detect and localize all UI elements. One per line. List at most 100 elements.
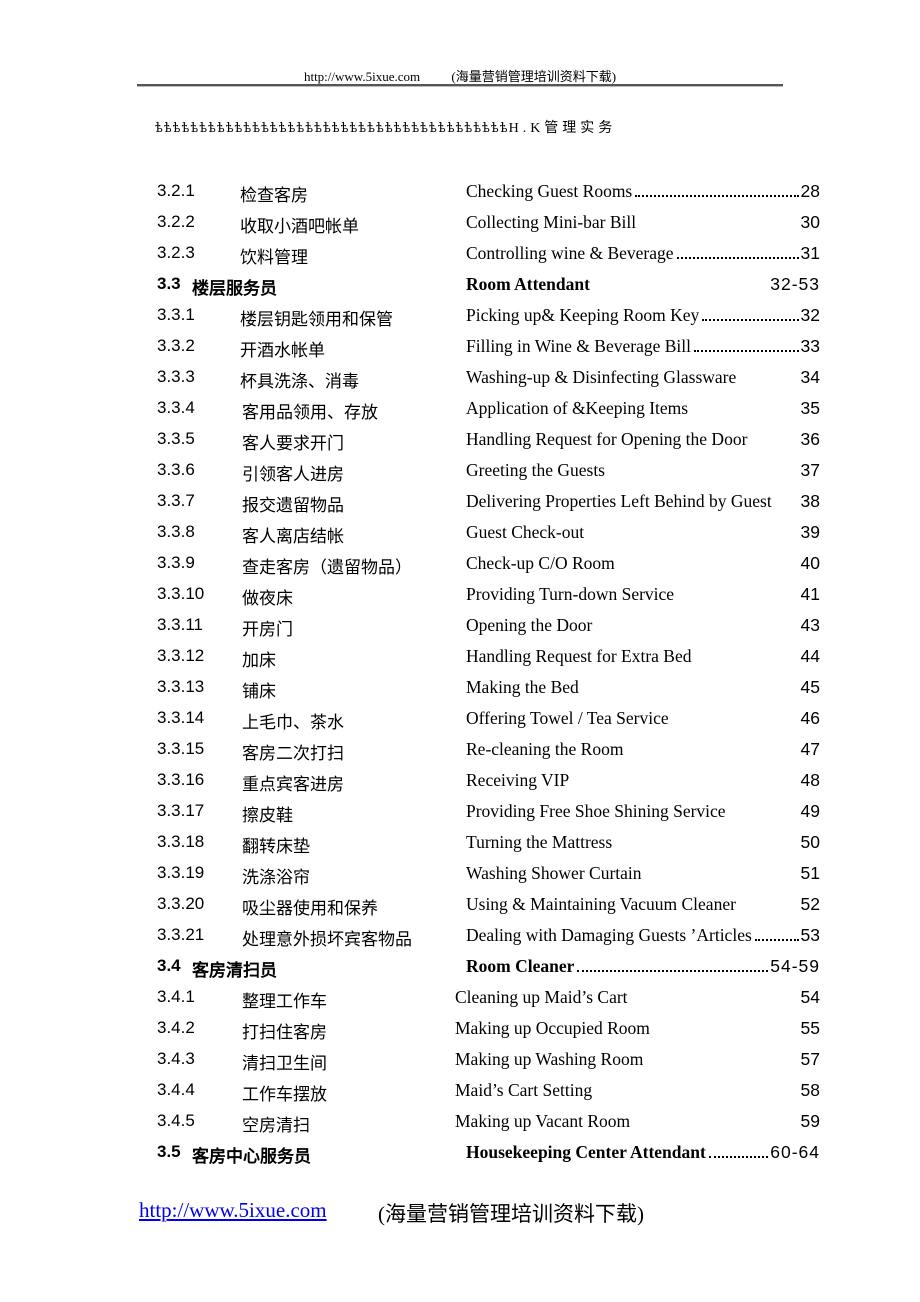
toc-entry: 3.3.5 客人要求开门 Handling Request for Opening …: [0, 425, 920, 456]
toc-entry: 3.3.15 客房二次打扫 Re-cleaning the Room 47: [0, 735, 920, 766]
entry-number: 3.4: [157, 956, 181, 975]
ornament-line: ѣѣѣѣѣѣѣѣѣѣѣѣѣѣѣѣѣѣѣѣѣѣѣѣѣѣѣѣѣѣѣѣѣѣѣѣѣѣѣѣ…: [155, 117, 616, 137]
entry-number: 3.3.3: [157, 367, 195, 386]
toc-entry: 3.3.8 客人离店结帐 Guest Check-out 39: [0, 518, 920, 549]
dot-leader: [635, 181, 799, 197]
entry-title-en: Receiving VIP: [466, 770, 570, 790]
entry-title-en-line: Turning the Mattress 50: [466, 832, 820, 853]
entry-page: 32: [800, 305, 820, 325]
dot-leader: [577, 956, 769, 972]
entry-title-zh: 吸尘器使用和保养: [242, 899, 378, 919]
entry-title-zh: 客房二次打扫: [242, 744, 344, 764]
entry-title-zh: 洗涤浴帘: [242, 868, 310, 888]
entry-number: 3.3.16: [157, 770, 205, 789]
entry-title-zh: 客用品领用、存放: [242, 403, 378, 423]
entry-title-en: Offering Towel / Tea Service: [466, 708, 669, 728]
entry-page: 32-53: [770, 274, 820, 294]
entry-title-en-line: Washing-up & Disinfecting Glassware 34: [466, 367, 820, 388]
entry-title-en-line: Handling Request for Extra Bed 44: [466, 646, 820, 667]
entry-title-zh: 楼层服务员: [192, 279, 277, 298]
entry-page: 51: [800, 863, 820, 883]
toc-entry: 3.3.1 楼层钥匙领用和保管 Picking up& Keeping Room K…: [0, 301, 920, 332]
page-footer: http://www.5ixue.com (海量营销管理培训资料下载): [139, 1198, 644, 1226]
entry-title-zh: 工作车摆放: [242, 1085, 327, 1105]
entry-title-en-line: Using & Maintaining Vacuum Cleaner 52: [466, 894, 820, 915]
entry-title-en: Making the Bed: [466, 677, 579, 697]
entry-title-zh: 开酒水帐单: [240, 341, 325, 361]
entry-title-en: Providing Free Shoe Shining Service: [466, 801, 726, 821]
toc-entry: 3.4.5 空房清扫 Making up Vacant Room 59: [0, 1107, 920, 1138]
entry-number: 3.3.1: [157, 305, 195, 324]
toc-entry: 3.4 客房清扫员 Room Cleaner 54-59: [0, 952, 920, 983]
entry-title-zh: 清扫卫生间: [242, 1054, 327, 1074]
entry-number: 3.3.11: [157, 615, 204, 634]
entry-title-zh: 客人离店结帐: [242, 527, 344, 547]
footer-link[interactable]: http://www.5ixue.com: [139, 1198, 327, 1222]
toc-entry: 3.3.18 翻转床垫 Turning the Mattress 50: [0, 828, 920, 859]
entry-title-zh: 引领客人进房: [242, 465, 344, 485]
toc-entry: 3.3.2 开酒水帐单 Filling in Wine & Beverage Bil…: [0, 332, 920, 363]
entry-page: 50: [800, 832, 820, 852]
entry-page: 28: [800, 181, 820, 201]
entry-number: 3.3.14: [157, 708, 205, 727]
entry-title-en: Making up Vacant Room: [455, 1111, 631, 1131]
entry-page: 41: [800, 584, 820, 604]
entry-title-en: Controlling wine & Beverage: [466, 243, 674, 263]
entry-number: 3.3.4: [157, 398, 195, 417]
toc-entry: 3.3.10 做夜床 Providing Turn-down Service 41: [0, 580, 920, 611]
entry-number: 3.3.9: [157, 553, 195, 572]
entry-number: 3.3.15: [157, 739, 205, 758]
entry-page: 38: [800, 491, 820, 511]
header-note: (海量营销管理培训资料下载): [451, 69, 617, 84]
entry-title-zh: 开房门: [242, 620, 293, 640]
toc-entry: 3.4.3 清扫卫生间 Making up Washing Room 57: [0, 1045, 920, 1076]
toc-entry: 3.4.4 工作车摆放 Maid’s Cart Setting 58: [0, 1076, 920, 1107]
entry-title-en: Collecting Mini-bar Bill: [466, 212, 637, 232]
entry-title-en: Room Attendant: [466, 274, 590, 294]
entry-title-en: Check-up C/O Room: [466, 553, 615, 573]
entry-title-en: Turning the Mattress: [466, 832, 613, 852]
entry-page: 54: [800, 987, 820, 1007]
entry-title-en-line: Delivering Properties Left Behind by Gue…: [466, 491, 820, 512]
entry-title-en-line: Offering Towel / Tea Service 46: [466, 708, 820, 729]
entry-title-en-line: Collecting Mini-bar Bill 30: [466, 212, 820, 233]
toc-entry: 3.3.16 重点宾客进房 Receiving VIP 48: [0, 766, 920, 797]
toc-entry: 3.2.3 饮料管理 Controlling wine & Beverage 31: [0, 239, 920, 270]
entry-title-zh: 重点宾客进房: [242, 775, 344, 795]
toc-entry: 3.3.13 铺床 Making the Bed 45: [0, 673, 920, 704]
toc-entry: 3.4.2 打扫住客房 Making up Occupied Room 55: [0, 1014, 920, 1045]
entry-title-en: Picking up& Keeping Room Key: [466, 305, 700, 325]
entry-page: 58: [800, 1080, 820, 1100]
entry-title-zh: 空房清扫: [242, 1116, 310, 1136]
entry-title-zh: 客房中心服务员: [192, 1147, 311, 1166]
entry-page: 46: [800, 708, 820, 728]
dot-leader: [702, 305, 799, 321]
entry-title-en-line: Checking Guest Rooms 28: [466, 181, 820, 202]
entry-title-en-line: Picking up& Keeping Room Key 32: [466, 305, 820, 326]
entry-title-en-line: Check-up C/O Room 40: [466, 553, 820, 574]
dot-leader: [694, 336, 799, 352]
entry-page: 40: [800, 553, 820, 573]
entry-title-en-line: Making up Occupied Room 55: [455, 1018, 820, 1039]
toc-entry: 3.3.3 杯具洗涤、消毒 Washing-up & Disinfecting Gl…: [0, 363, 920, 394]
header-url: http://www.5ixue.com: [303, 69, 421, 84]
entry-title-en: Checking Guest Rooms: [466, 181, 633, 201]
toc-entry: 3.3.21 处理意外损坏宾客物品 Dealing with Damaging Gu…: [0, 921, 920, 952]
entry-number: 3.3.10: [157, 584, 205, 603]
entry-title-en-line: Making the Bed 45: [466, 677, 820, 698]
ornament-title: H.K管理实务: [508, 121, 617, 136]
entry-page: 34: [800, 367, 820, 387]
toc-entry: 3.3.11 开房门 Opening the Door 43: [0, 611, 920, 642]
entry-number: 3.2.1: [157, 181, 195, 200]
entry-title-en-line: Handling Request for Opening the Door 36: [466, 429, 820, 450]
entry-title-en: Room Cleaner: [466, 956, 575, 976]
toc-entry: 3.3.4 客用品领用、存放 Application of &Keeping Ite…: [0, 394, 920, 425]
entry-title-zh: 擦皮鞋: [242, 806, 293, 826]
entry-title-en: Guest Check-out: [466, 522, 585, 542]
entry-title-en: Application of &Keeping Items: [466, 398, 689, 418]
entry-title-en-line: Housekeeping Center Attendant 60-64: [466, 1142, 820, 1163]
entry-number: 3.3.5: [157, 429, 195, 448]
footer-note: (海量营销管理培训资料下载): [378, 1202, 644, 1226]
entry-title-en: Handling Request for Extra Bed: [466, 646, 692, 666]
entry-title-zh: 报交遗留物品: [242, 496, 344, 516]
